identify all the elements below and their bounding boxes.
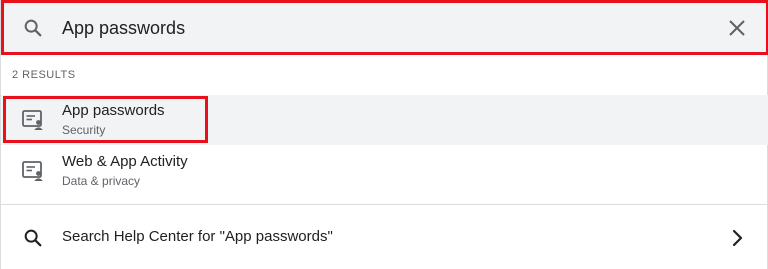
account-settings-icon [21, 159, 45, 183]
divider [1, 204, 768, 205]
results-count: 2 RESULTS [12, 69, 76, 81]
close-icon [729, 20, 745, 36]
result-subtitle: Data & privacy [62, 174, 141, 188]
chevron-right-icon [728, 226, 748, 250]
search-input[interactable] [62, 14, 702, 42]
search-bar [1, 0, 768, 55]
result-subtitle: Security [62, 123, 106, 137]
clear-search-button[interactable] [723, 14, 751, 42]
help-center-label: Search Help Center for "App passwords" [62, 228, 333, 245]
result-title: App passwords [62, 102, 165, 119]
result-item-app-passwords[interactable]: App passwords Security [1, 95, 768, 145]
search-panel: 2 RESULTS App passwords Security Web [0, 0, 768, 269]
result-title: Web & App Activity [62, 153, 188, 170]
result-item-web-app-activity[interactable]: Web & App Activity Data & privacy [1, 146, 768, 196]
search-help-center-row[interactable]: Search Help Center for "App passwords" [1, 212, 768, 264]
account-settings-icon [21, 108, 45, 132]
search-icon [22, 227, 44, 249]
search-icon [22, 17, 44, 39]
